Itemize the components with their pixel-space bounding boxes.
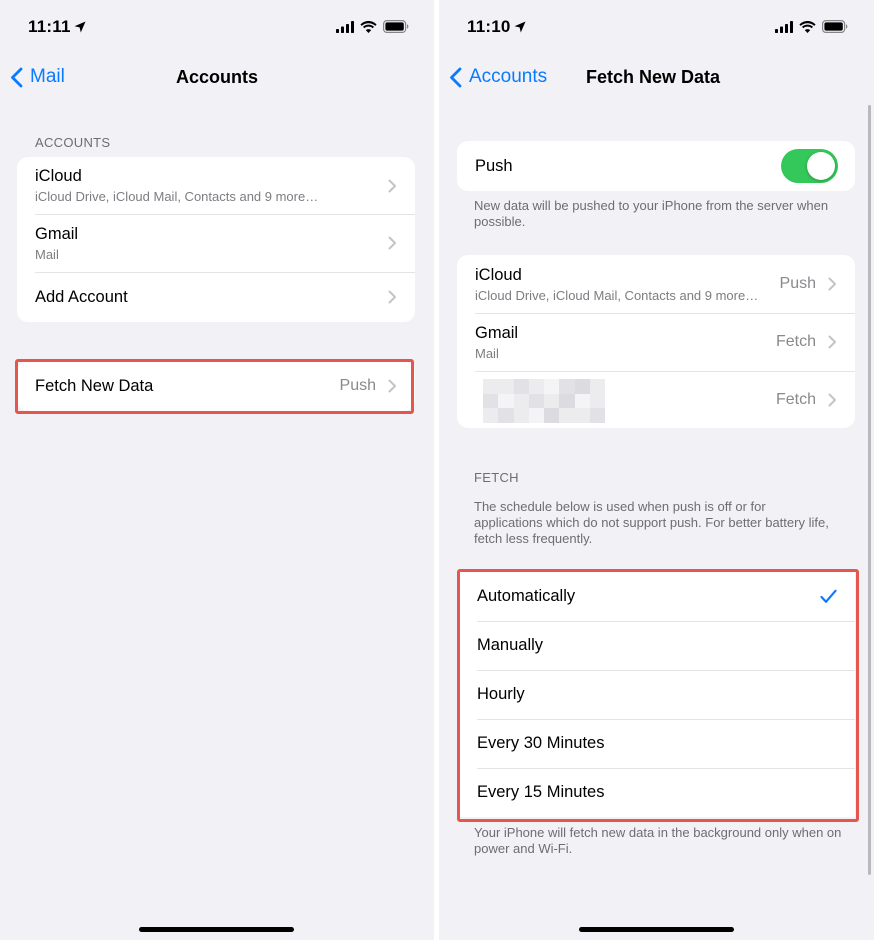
- chevron-right-icon: [388, 236, 396, 250]
- wifi-icon: [360, 20, 377, 38]
- chevron-right-icon: [388, 379, 396, 393]
- fetch-new-data-label: Fetch New Data: [35, 376, 154, 395]
- account-fetch-value: Fetch: [775, 390, 816, 408]
- fetch-new-data-value: Push: [339, 377, 376, 394]
- page-title: Accounts: [175, 67, 258, 87]
- account-subtitle: iCloud Drive, iCloud Mail, Contacts and …: [475, 287, 759, 303]
- back-button-accounts[interactable]: Accounts: [449, 66, 547, 88]
- push-footer: New data will be pushed to your iPhone f…: [474, 198, 829, 229]
- fetch-new-data-screen: 11:10 Accounts Fetch New Data Push New d…: [439, 0, 874, 940]
- fetch-schedule-list: Automatically Manually Hourly Every 30 M…: [459, 572, 855, 817]
- battery-icon: [383, 20, 409, 38]
- push-row: Push: [457, 141, 855, 191]
- chevron-right-icon: [828, 277, 836, 291]
- accounts-section-header: ACCOUNTS: [35, 135, 111, 150]
- account-row-redacted[interactable]: Fetch: [457, 371, 855, 428]
- chevron-right-icon: [828, 393, 836, 406]
- account-title: iCloud: [475, 265, 522, 284]
- row-text: Gmail Mail: [35, 225, 388, 262]
- schedule-option-every-30-minutes[interactable]: Every 30 Minutes: [459, 719, 855, 768]
- account-title: Gmail: [475, 323, 519, 342]
- account-title: Gmail: [35, 224, 79, 243]
- account-title: iCloud: [35, 167, 82, 185]
- account-subtitle: iCloud Drive, iCloud Mail, Contacts and …: [35, 189, 319, 204]
- location-arrow-icon: [74, 18, 86, 38]
- wifi-icon: [799, 20, 816, 38]
- row-text: Every 30 Minutes: [477, 734, 837, 753]
- account-row-gmail[interactable]: Gmail Mail Fetch: [457, 313, 855, 371]
- cellular-signal-icon: [775, 20, 793, 38]
- home-indicator[interactable]: [579, 927, 734, 932]
- row-text: Add Account: [35, 288, 388, 307]
- scrollbar[interactable]: [868, 105, 871, 875]
- account-row-icloud[interactable]: iCloud iCloud Drive, iCloud Mail, Contac…: [457, 255, 855, 313]
- schedule-option-label: Manually: [477, 636, 544, 654]
- account-subtitle: Mail: [35, 246, 59, 262]
- schedule-option-every-15-minutes[interactable]: Every 15 Minutes: [459, 768, 855, 817]
- battery-icon: [822, 20, 848, 38]
- fetch-description: The schedule below is used when push is …: [474, 499, 829, 546]
- row-text: Every 15 Minutes: [477, 783, 837, 802]
- row-text: Automatically: [477, 587, 820, 606]
- redacted-account-name: [483, 379, 605, 423]
- toggle-knob: [807, 152, 835, 180]
- row-text: iCloud iCloud Drive, iCloud Mail, Contac…: [475, 266, 780, 303]
- navigation-bar: Mail Accounts: [0, 58, 434, 98]
- status-time: 11:10: [467, 17, 526, 38]
- row-text: Push: [475, 157, 781, 176]
- add-account-label: Add Account: [35, 287, 128, 306]
- status-icons: [775, 20, 848, 38]
- row-text: Fetch New Data: [35, 377, 340, 396]
- status-time-text: 11:11: [28, 17, 71, 36]
- row-text: Hourly: [477, 685, 837, 704]
- schedule-option-label: Every 15 Minutes: [477, 783, 605, 801]
- push-toggle[interactable]: [781, 149, 838, 183]
- back-button-label: Accounts: [469, 66, 548, 87]
- accounts-screen: 11:11 Mail Accounts ACCOUNTS iCloud iClo…: [0, 0, 434, 940]
- row-text: iCloud iCloud Drive, iCloud Mail, Contac…: [35, 167, 388, 204]
- account-fetch-list: iCloud iCloud Drive, iCloud Mail, Contac…: [457, 255, 855, 428]
- navigation-bar: Accounts Fetch New Data: [439, 58, 874, 98]
- push-label: Push: [475, 156, 513, 175]
- home-indicator[interactable]: [139, 927, 294, 932]
- chevron-right-icon: [388, 290, 396, 304]
- fetch-new-data-group: Fetch New Data Push: [17, 361, 415, 411]
- chevron-right-icon: [828, 335, 836, 349]
- status-bar: 11:11: [0, 0, 434, 56]
- schedule-option-label: Every 30 Minutes: [477, 734, 605, 752]
- row-text: Manually: [477, 636, 837, 655]
- fetch-section-header: FETCH: [474, 470, 519, 485]
- schedule-option-hourly[interactable]: Hourly: [459, 670, 855, 719]
- add-account-row[interactable]: Add Account: [17, 272, 415, 322]
- accounts-list: iCloud iCloud Drive, iCloud Mail, Contac…: [17, 157, 415, 322]
- schedule-footer: Your iPhone will fetch new data in the b…: [474, 825, 842, 856]
- account-fetch-value: Fetch: [775, 333, 816, 350]
- account-subtitle: Mail: [475, 345, 499, 361]
- push-group: Push: [457, 141, 855, 191]
- account-row-icloud[interactable]: iCloud iCloud Drive, iCloud Mail, Contac…: [17, 157, 415, 214]
- account-row-gmail[interactable]: Gmail Mail: [17, 214, 415, 272]
- schedule-option-manually[interactable]: Manually: [459, 621, 855, 670]
- checkmark-icon: [820, 589, 837, 603]
- chevron-left-icon: [450, 67, 462, 87]
- fetch-new-data-row[interactable]: Fetch New Data Push: [17, 361, 415, 411]
- row-text: Gmail Mail: [475, 324, 776, 361]
- schedule-option-label: Hourly: [477, 685, 525, 703]
- location-arrow-icon: [514, 18, 526, 38]
- status-time-text: 11:10: [467, 17, 511, 36]
- status-icons: [336, 20, 409, 38]
- account-fetch-value: Push: [779, 275, 816, 292]
- schedule-option-automatically[interactable]: Automatically: [459, 572, 855, 621]
- page-title: Fetch New Data: [586, 67, 721, 87]
- schedule-option-label: Automatically: [477, 587, 576, 605]
- cellular-signal-icon: [336, 20, 354, 38]
- status-time: 11:11: [28, 17, 86, 38]
- chevron-right-icon: [388, 179, 396, 192]
- status-bar: 11:10: [439, 0, 874, 56]
